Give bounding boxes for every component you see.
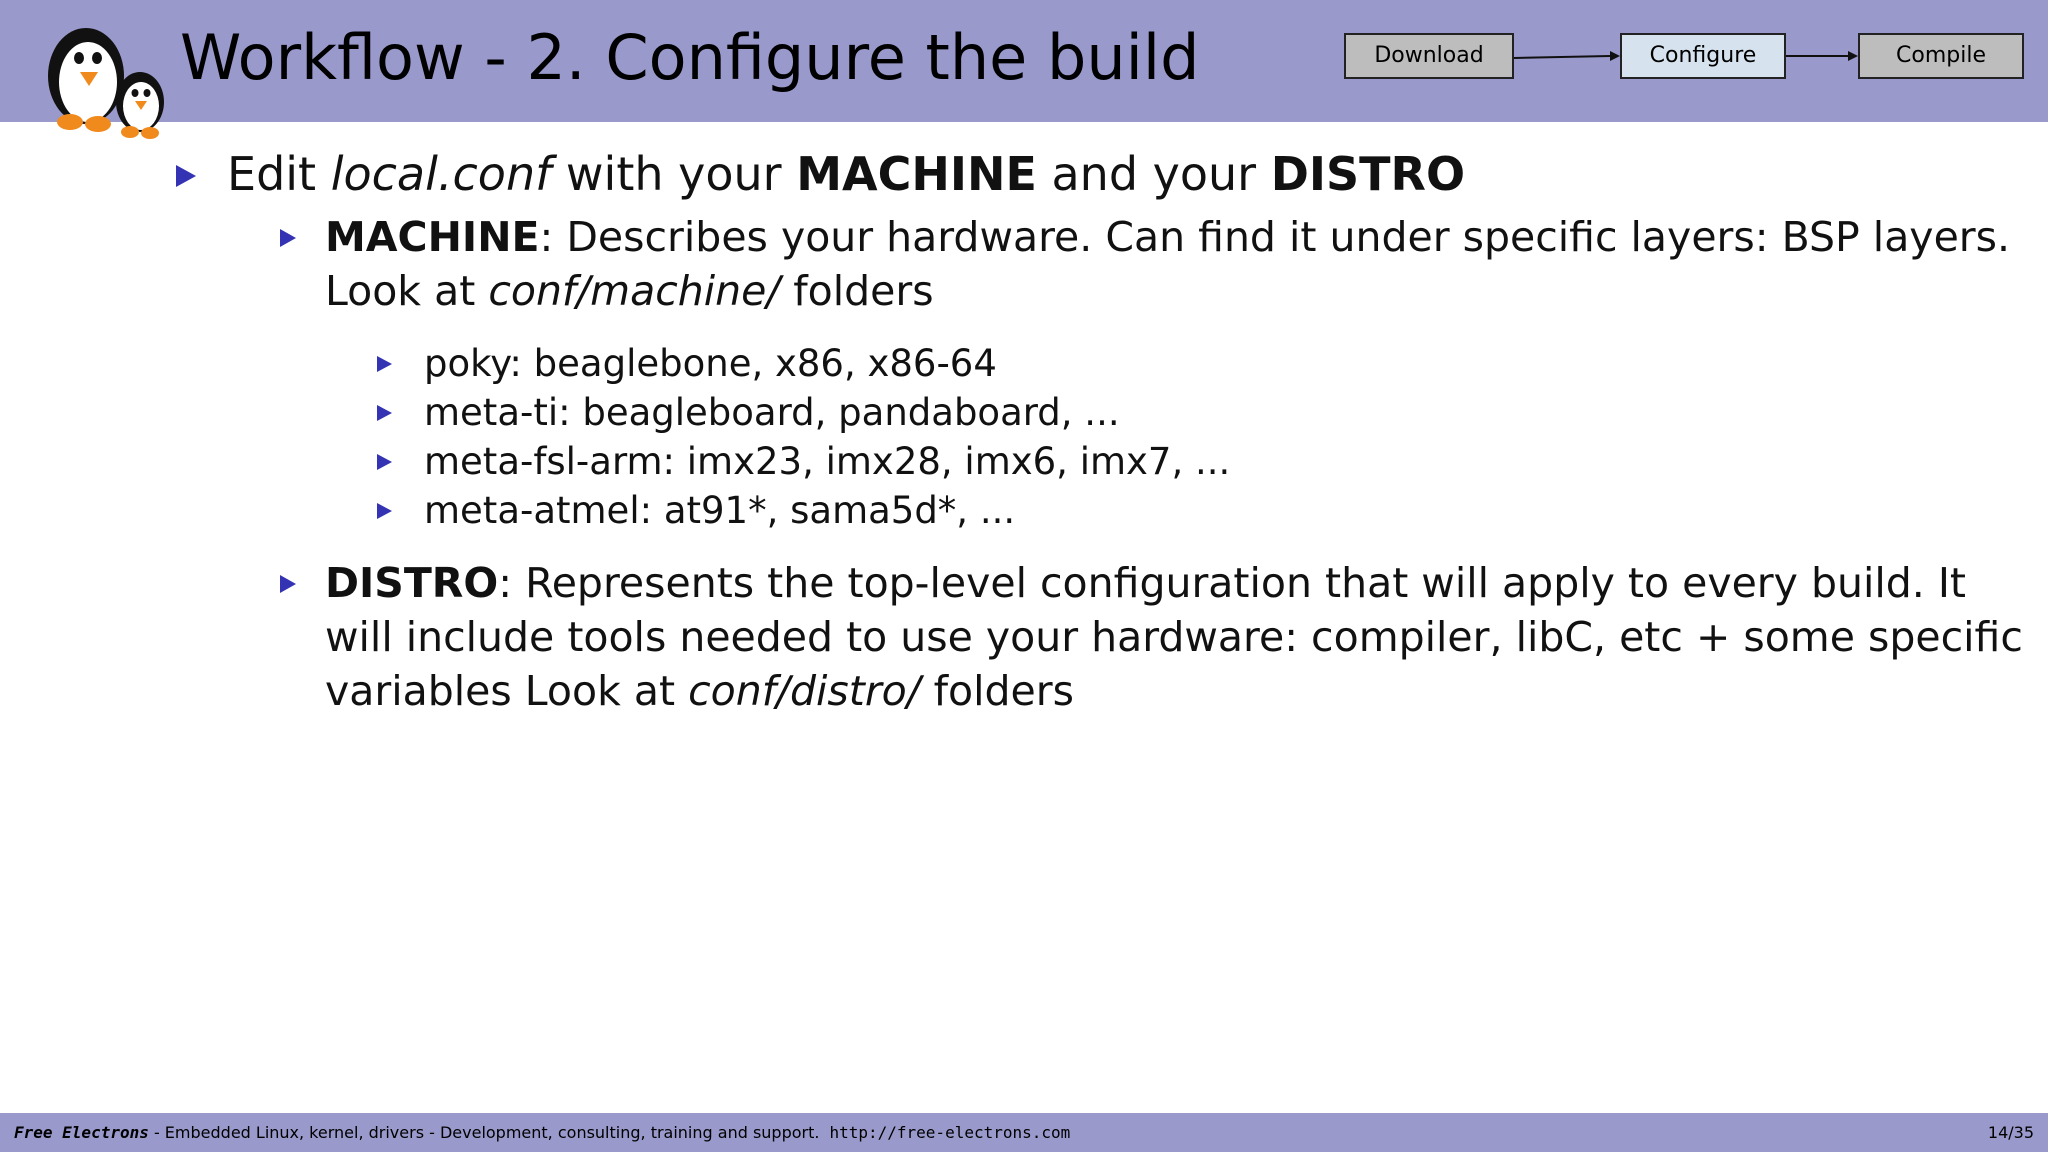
bullet-icon: [176, 165, 196, 187]
footer-brand: Free Electrons: [14, 1123, 149, 1142]
footer-url[interactable]: http://free-electrons.com: [829, 1123, 1070, 1142]
footer-text: Free Electrons - Embedded Linux, kernel,…: [14, 1113, 1070, 1152]
list-item: poky: beaglebone, x86, x86-64: [424, 342, 997, 385]
arrow-icon: [1786, 51, 1858, 61]
item-edit-localconf: Edit local.conf with your MACHINE and yo…: [227, 147, 1466, 201]
bullet-icon: [280, 575, 296, 593]
bullet-icon: [280, 229, 296, 247]
step-compile: Compile: [1858, 33, 2024, 79]
page-number: 14/35: [1987, 1123, 2034, 1142]
slide-title: Workflow - 2. Configure the build: [180, 21, 1200, 94]
distro-description: DISTRO: Represents the top-level configu…: [325, 559, 1967, 607]
distro-line2: will include tools needed to use your ha…: [325, 613, 2023, 661]
distro-look-at: variables Look at conf/distro/ folders: [325, 667, 1074, 715]
machine-look-at: Look at conf/machine/ folders: [325, 267, 934, 315]
list-item: meta-ti: beagleboard, pandaboard, ...: [424, 391, 1120, 434]
header-bar: Workflow - 2. Configure the build Downlo…: [0, 0, 2048, 139]
bullet-icon: [377, 356, 392, 372]
bullet-icon: [377, 405, 392, 421]
bullet-icon: [377, 503, 392, 519]
bullet-icon: [377, 454, 392, 470]
arrow-icon: [1514, 51, 1620, 61]
machine-description: MACHINE: Describes your hardware. Can fi…: [325, 213, 2011, 261]
footer-bar: Free Electrons - Embedded Linux, kernel,…: [0, 1113, 2048, 1152]
workflow-diagram: Download Configure Compile: [1340, 30, 2024, 86]
penguins-logo: [48, 28, 164, 139]
footer-tagline: - Embedded Linux, kernel, drivers - Deve…: [148, 1123, 820, 1142]
step-configure: Configure: [1620, 33, 1786, 79]
list-item: meta-fsl-arm: imx23, imx28, imx6, imx7, …: [424, 440, 1231, 483]
list-item: meta-atmel: at91*, sama5d*, ...: [424, 489, 1016, 532]
step-download: Download: [1344, 33, 1514, 79]
